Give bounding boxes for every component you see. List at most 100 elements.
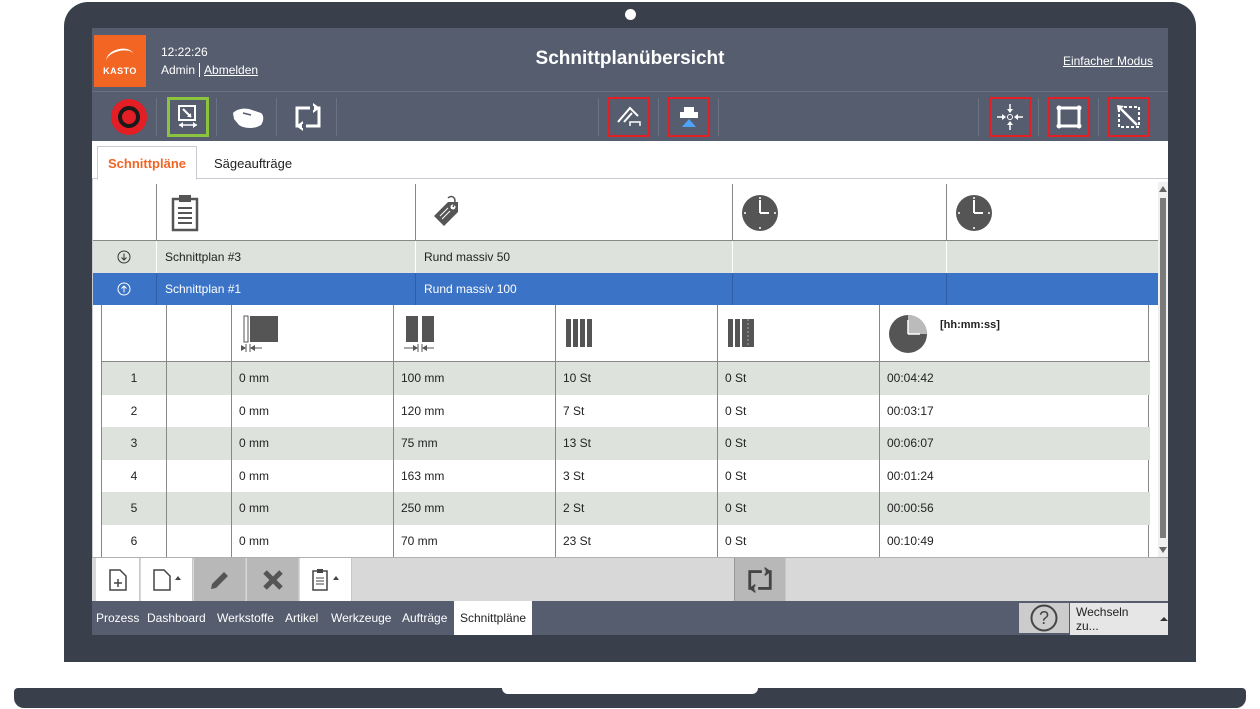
- cut-detail-row[interactable]: 5 0 mm 250 mm 2 St 0 St 00:00:56: [102, 492, 1150, 525]
- length-value: 163 mm: [401, 468, 445, 483]
- nav-dashboard[interactable]: Dashboard: [147, 601, 206, 635]
- diagonal-cut-icon: [1117, 105, 1140, 128]
- laptop-notch: [502, 688, 758, 694]
- collapse-up-icon[interactable]: [114, 273, 134, 305]
- cut-plan-table-header: [93, 184, 1159, 241]
- page-title: Schnittplanübersicht: [535, 48, 725, 69]
- help-question-icon: ?: [1030, 604, 1058, 632]
- nav-prozess[interactable]: Prozess: [96, 601, 139, 635]
- time-value: 00:04:42: [887, 371, 934, 386]
- scroll-thumb[interactable]: [1160, 198, 1166, 538]
- cut-detail-row[interactable]: 2 0 mm 120 mm 7 St 0 St 00:03:17: [102, 394, 1150, 427]
- row-index: 1: [130, 371, 138, 386]
- chevron-up-icon: [1160, 617, 1168, 621]
- row-index: 4: [130, 468, 138, 483]
- rest-value: 0 St: [725, 403, 747, 418]
- nav-auftraege[interactable]: Aufträge: [402, 601, 447, 635]
- remaining-pieces-icon: [726, 317, 758, 354]
- view-tabs: Schnittpläne Sägeaufträge: [92, 141, 1168, 180]
- time-value: 00:03:17: [887, 403, 934, 418]
- cut-length-toggle-icon: [178, 105, 197, 128]
- stop-button[interactable]: [108, 97, 150, 137]
- nav-artikel[interactable]: Artikel: [285, 601, 318, 635]
- frame-corners-icon: [1056, 105, 1082, 129]
- document-menu-button[interactable]: [141, 558, 193, 602]
- svg-text:?: ?: [1039, 608, 1049, 628]
- clipboard-menu-button[interactable]: [300, 558, 352, 602]
- clock-icon: [955, 194, 993, 237]
- nav-werkstoffe[interactable]: Werkstoffe: [217, 601, 274, 635]
- rest-value: 0 St: [725, 468, 747, 483]
- nav-werkzeuge[interactable]: Werkzeuge: [331, 601, 391, 635]
- center-button[interactable]: [989, 97, 1031, 137]
- pieces-value: 7 St: [563, 403, 585, 418]
- help-button[interactable]: ?: [1019, 603, 1069, 633]
- row-index: 2: [130, 403, 138, 418]
- time-value: 00:06:07: [887, 436, 934, 451]
- row-index: 3: [130, 436, 138, 451]
- cycle-button[interactable]: [287, 97, 329, 137]
- cut-detail-header: [hh:mm:ss]: [102, 305, 1150, 362]
- plan-material: Rund massiv 100: [424, 282, 517, 296]
- saw-blade-icon: [617, 106, 641, 126]
- tab-saegeauftraege[interactable]: Sägeaufträge: [204, 146, 302, 180]
- edit-button[interactable]: [194, 558, 246, 602]
- pieces-value: 13 St: [563, 436, 592, 451]
- camera-dot: [625, 9, 636, 20]
- time-icon: [888, 314, 928, 359]
- offset-value: 0 mm: [239, 501, 269, 516]
- cut-plan-row[interactable]: Schnittplan #3 Rund massiv 50: [93, 241, 1159, 273]
- hand-icon: [233, 108, 264, 128]
- clipboard-small-icon: [311, 569, 339, 591]
- cut-detail-row[interactable]: 3 0 mm 75 mm 13 St 0 St 00:06:07: [102, 427, 1150, 460]
- document-icon: [152, 569, 181, 591]
- row-index: 5: [130, 501, 138, 516]
- transfer-button[interactable]: [734, 558, 786, 602]
- plan-name: Schnittplan #3: [165, 250, 242, 264]
- table-scrollbar[interactable]: [1158, 182, 1168, 557]
- nav-schnittplaene[interactable]: Schnittpläne: [454, 601, 533, 635]
- plan-material: Rund massiv 50: [424, 250, 511, 264]
- delete-button[interactable]: [247, 558, 299, 602]
- length-value: 250 mm: [401, 501, 445, 516]
- coolant-button[interactable]: [668, 97, 710, 137]
- diagonal-cut-button[interactable]: [1108, 97, 1150, 137]
- frame-button[interactable]: [1048, 97, 1090, 137]
- new-plan-button[interactable]: [96, 558, 140, 602]
- pieces-value: 23 St: [563, 533, 592, 548]
- cut-detail-row[interactable]: 1 0 mm 100 mm 10 St 0 St 00:04:42: [102, 362, 1150, 395]
- cut-mode-button[interactable]: [167, 97, 209, 137]
- left-offset-icon: [240, 314, 280, 357]
- main-toolbar: [92, 91, 1168, 141]
- simple-mode-link[interactable]: Einfacher Modus: [1063, 54, 1153, 68]
- length-value: 70 mm: [401, 533, 438, 548]
- saw-blade-button[interactable]: [608, 97, 650, 137]
- offset-value: 0 mm: [239, 468, 269, 483]
- rest-value: 0 St: [725, 533, 747, 548]
- pieces-value: 10 St: [563, 371, 592, 386]
- scroll-up-arrow[interactable]: [1159, 186, 1167, 192]
- length-value: 75 mm: [401, 436, 438, 451]
- rest-value: 0 St: [725, 436, 747, 451]
- app-header: KASTO 12:22:26 Admin Abmelden Schnittpla…: [92, 28, 1168, 91]
- cut-detail-row[interactable]: 6 0 mm 70 mm 23 St 0 St 00:10:49: [102, 524, 1150, 557]
- bottom-nav: Prozess Dashboard Werkstoffe Artikel Wer…: [92, 601, 1168, 635]
- length-value: 120 mm: [401, 403, 445, 418]
- offset-value: 0 mm: [239, 371, 269, 386]
- switch-to-dropdown[interactable]: Wechseln zu...: [1070, 603, 1168, 635]
- scroll-down-arrow[interactable]: [1159, 547, 1167, 553]
- offset-value: 0 mm: [239, 436, 269, 451]
- cut-plan-row-selected[interactable]: Schnittplan #1 Rund massiv 100: [93, 273, 1159, 305]
- time-unit-label: [hh:mm:ss]: [940, 319, 1000, 331]
- cycle-arrows-icon: [295, 103, 321, 131]
- tab-schnittplaene[interactable]: Schnittpläne: [97, 146, 198, 180]
- expand-down-icon[interactable]: [114, 241, 134, 273]
- cycle-arrows-icon: [748, 566, 772, 594]
- manual-mode-button[interactable]: [227, 97, 269, 137]
- cut-detail-row[interactable]: 4 0 mm 163 mm 3 St 0 St 00:01:24: [102, 459, 1150, 492]
- cut-detail-table: [hh:mm:ss] 1 0 mm 100 mm 10 St 0 St 00:04:42 2…: [101, 305, 1150, 557]
- tag-icon: [428, 194, 464, 239]
- clock-icon: [741, 194, 779, 237]
- clipboard-icon: [171, 194, 199, 237]
- switch-label: Wechseln zu...: [1076, 605, 1129, 633]
